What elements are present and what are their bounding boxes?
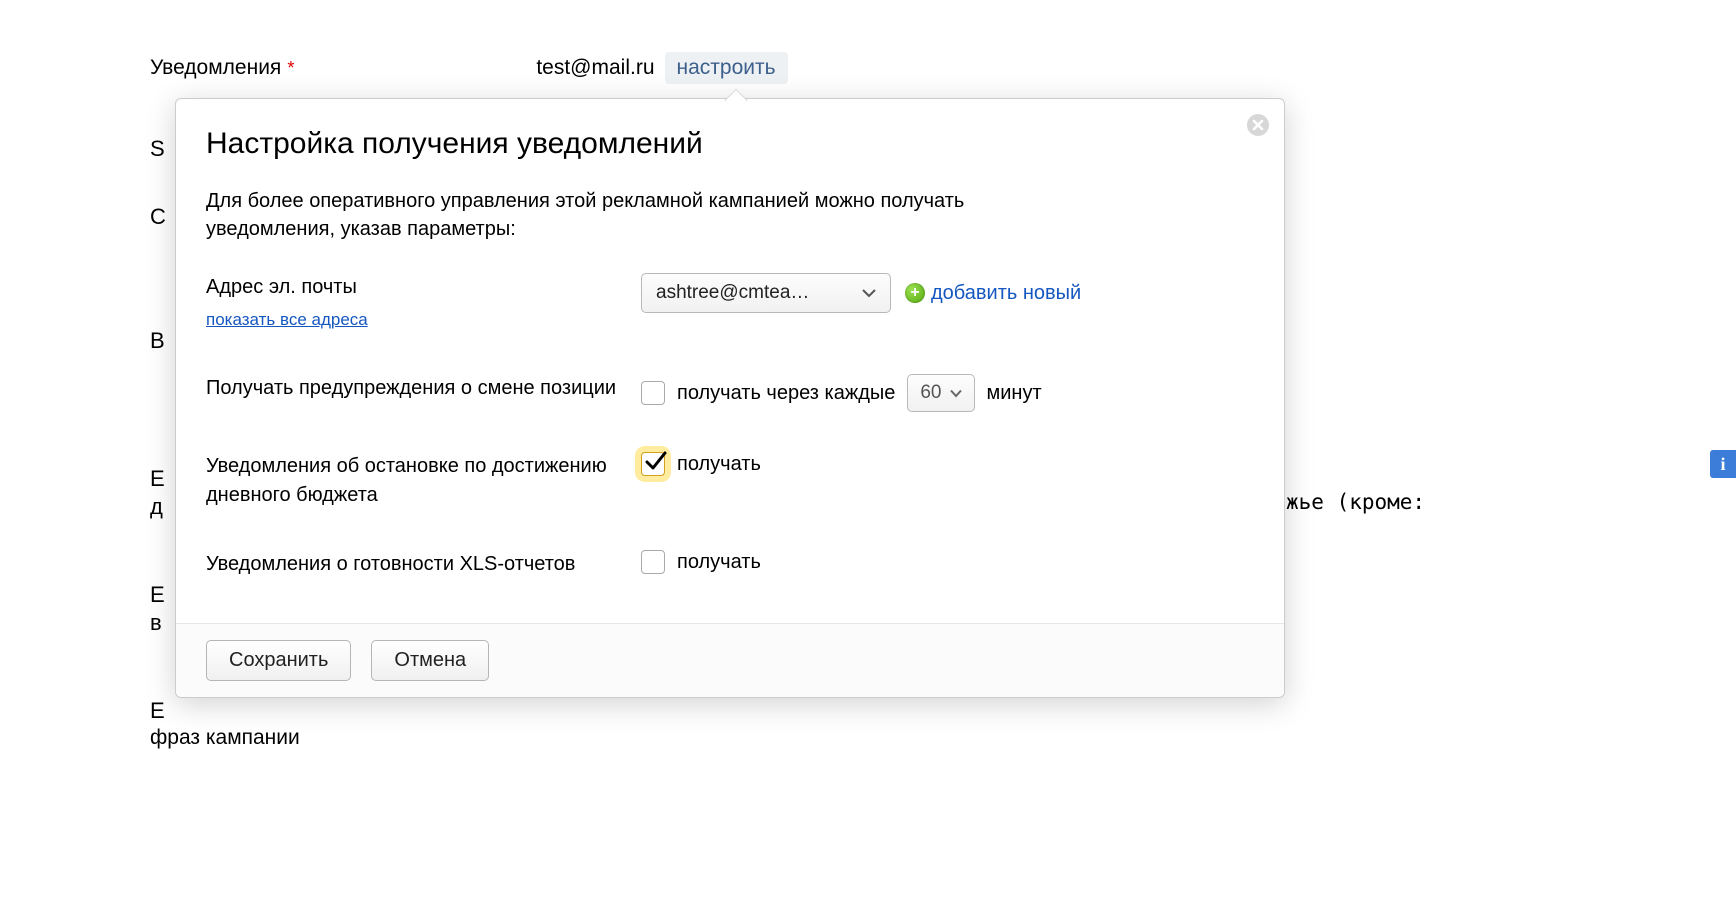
show-all-addresses-link[interactable]: показать все адреса <box>206 308 368 333</box>
budget-row: Уведомления об остановке по достижению д… <box>206 452 1254 510</box>
budget-checkbox[interactable] <box>641 452 665 476</box>
email-row: Адрес эл. почты показать все адреса asht… <box>206 273 1254 334</box>
bg-letter: в <box>150 610 162 636</box>
save-button[interactable]: Сохранить <box>206 640 351 681</box>
position-label: Получать предупреждения о смене позиции <box>206 374 641 403</box>
chevron-down-icon <box>862 282 876 304</box>
bg-letter: Е <box>150 698 165 724</box>
xls-row: Уведомления о готовности XLS-отчетов пол… <box>206 550 1254 579</box>
bg-letter: C <box>150 204 166 230</box>
bg-letter: Е <box>150 582 165 608</box>
notifications-email: test@mail.ru <box>536 56 654 80</box>
budget-checkbox-label: получать <box>677 453 761 476</box>
notifications-settings-popover: Настройка получения уведомлений Для боле… <box>175 98 1285 698</box>
popover-arrow <box>724 89 748 101</box>
xls-checkbox[interactable] <box>641 550 665 574</box>
add-new-email-link[interactable]: + добавить новый <box>905 282 1081 305</box>
popover-footer: Сохранить Отмена <box>176 623 1284 697</box>
info-tab[interactable]: i <box>1710 450 1736 478</box>
bg-phrase-line: фраз кампании <box>150 726 300 750</box>
xls-checkbox-label: получать <box>677 551 761 574</box>
bg-right-tail: жье (кроме: <box>1286 490 1425 514</box>
bg-letter: S <box>150 136 165 162</box>
popover-description: Для более оперативного управления этой р… <box>206 187 1076 243</box>
plus-icon: + <box>905 283 925 303</box>
email-select[interactable]: ashtree@cmtea… <box>641 273 891 313</box>
position-checkbox-label: получать через каждые <box>677 382 895 405</box>
close-icon[interactable] <box>1246 113 1270 137</box>
position-row: Получать предупреждения о смене позиции … <box>206 374 1254 412</box>
chevron-down-icon <box>950 382 962 404</box>
info-icon: i <box>1720 454 1725 475</box>
bg-letter: д <box>150 494 163 520</box>
required-asterisk: * <box>287 58 294 79</box>
email-select-value: ashtree@cmtea… <box>656 282 809 304</box>
xls-label: Уведомления о готовности XLS-отчетов <box>206 550 641 579</box>
position-checkbox[interactable] <box>641 381 665 405</box>
add-new-email-label: добавить новый <box>931 282 1081 305</box>
interval-value: 60 <box>920 382 941 404</box>
configure-button[interactable]: настроить <box>665 52 788 84</box>
bg-letter: Е <box>150 466 165 492</box>
email-label: Адрес эл. почты <box>206 273 641 302</box>
popover-title: Настройка получения уведомлений <box>206 127 1254 161</box>
interval-select[interactable]: 60 <box>907 374 974 412</box>
cancel-button[interactable]: Отмена <box>371 640 489 681</box>
bg-letter: В <box>150 328 165 354</box>
notifications-label: Уведомления <box>150 56 281 80</box>
interval-unit: минут <box>987 382 1042 405</box>
budget-label: Уведомления об остановке по достижению д… <box>206 452 641 510</box>
